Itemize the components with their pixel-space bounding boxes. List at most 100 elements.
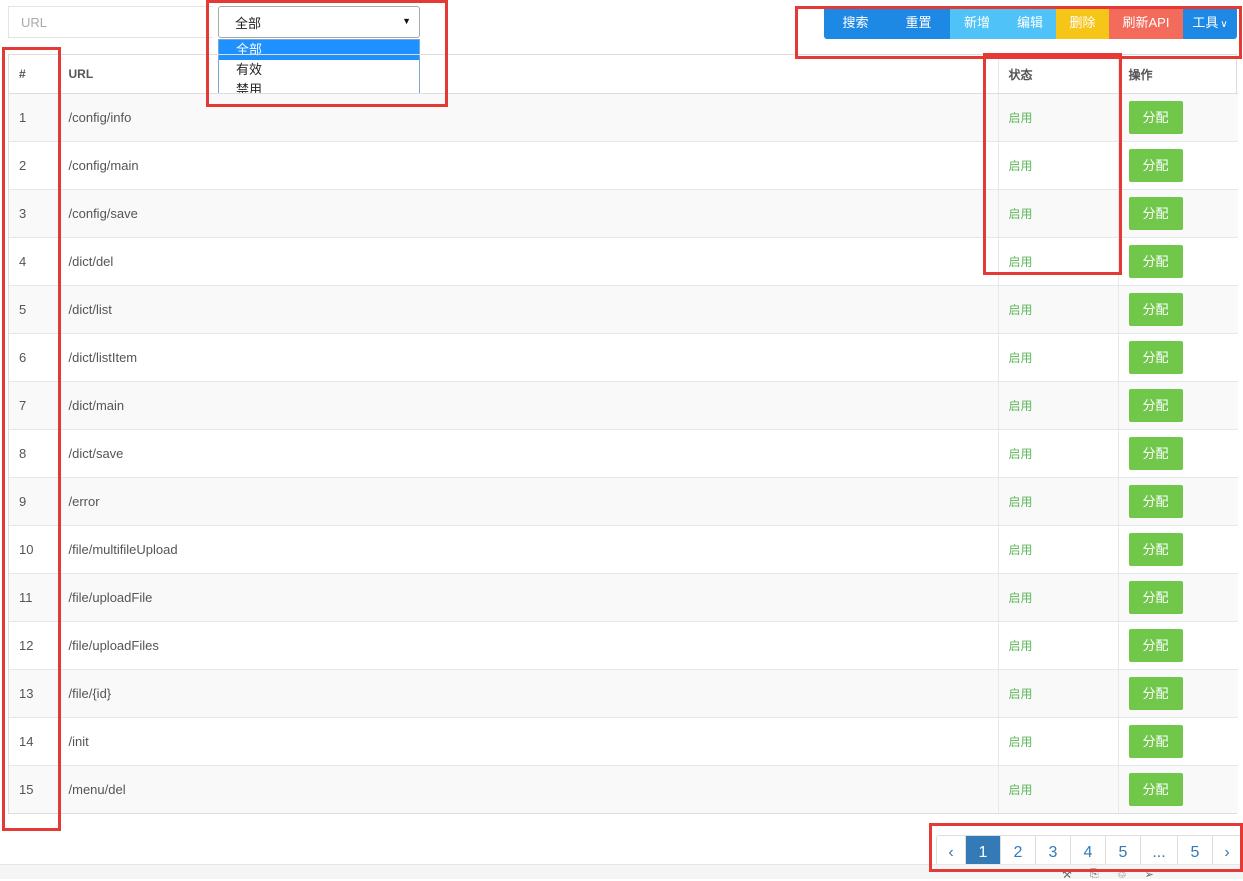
- table-row: 8/dict/save 启用 分配: [9, 429, 1238, 478]
- status-text: 启用: [1008, 591, 1033, 605]
- edit-button[interactable]: 编辑: [1004, 7, 1056, 39]
- tools-dropdown-button[interactable]: 工具 ∨: [1183, 7, 1237, 39]
- row-action: 分配: [1118, 141, 1238, 190]
- assign-button[interactable]: 分配: [1128, 437, 1183, 470]
- row-url: /dict/listItem: [58, 333, 999, 382]
- row-url: /config/main: [58, 141, 999, 190]
- table-row: 6/dict/listItem 启用 分配: [9, 333, 1238, 382]
- search-button[interactable]: 搜索: [824, 7, 887, 39]
- status-text: 启用: [1008, 303, 1033, 317]
- tools-label: 工具: [1192, 15, 1219, 30]
- row-url: /menu/del: [58, 765, 999, 813]
- toolbar: 搜索 重置 新增 编辑 删除 刷新API 工具 ∨: [824, 7, 1237, 39]
- row-index: 5: [9, 285, 59, 334]
- table-row: 13/file/{id} 启用 分配: [9, 669, 1238, 718]
- assign-button[interactable]: 分配: [1128, 293, 1183, 326]
- wrench-icon[interactable]: ⚒: [1062, 868, 1072, 881]
- status-text: 启用: [1008, 399, 1033, 413]
- copy-icon[interactable]: ⎘: [1090, 868, 1099, 881]
- header-action: 操作: [1118, 55, 1238, 94]
- row-action: 分配: [1118, 525, 1238, 574]
- row-index: 7: [9, 381, 59, 430]
- bottom-toolbar-icons: ⚒ ⎘ ♲ ➢: [1062, 868, 1154, 881]
- row-action: 分配: [1118, 717, 1238, 766]
- delete-button[interactable]: 删除: [1056, 7, 1109, 39]
- table-row: 3/config/save 启用 分配: [9, 189, 1238, 238]
- refresh-api-button[interactable]: 刷新API: [1109, 7, 1183, 39]
- status-select[interactable]: 全部 ▼: [218, 6, 420, 38]
- row-url: /error: [58, 477, 999, 526]
- status-text: 启用: [1008, 735, 1033, 749]
- row-url: /init: [58, 717, 999, 766]
- row-action: 分配: [1118, 669, 1238, 718]
- row-url: /file/{id}: [58, 669, 999, 718]
- row-action: 分配: [1118, 333, 1238, 382]
- status-text: 启用: [1008, 255, 1033, 269]
- table-row: 7/dict/main 启用 分配: [9, 381, 1238, 430]
- row-url: /file/uploadFile: [58, 573, 999, 622]
- row-status: 启用: [998, 141, 1119, 190]
- assign-button[interactable]: 分配: [1128, 773, 1183, 806]
- status-select-value: 全部: [235, 15, 262, 31]
- row-action: 分配: [1118, 237, 1238, 286]
- assign-button[interactable]: 分配: [1128, 389, 1183, 422]
- row-index: 12: [9, 621, 59, 670]
- table-row: 11/file/uploadFile 启用 分配: [9, 573, 1238, 622]
- assign-button[interactable]: 分配: [1128, 725, 1183, 758]
- row-action: 分配: [1118, 381, 1238, 430]
- row-url: /config/info: [58, 93, 999, 142]
- status-text: 启用: [1008, 351, 1033, 365]
- row-action: 分配: [1118, 765, 1238, 813]
- assign-button[interactable]: 分配: [1128, 533, 1183, 566]
- row-action: 分配: [1118, 285, 1238, 334]
- url-search-input[interactable]: [8, 6, 213, 38]
- row-status: 启用: [998, 525, 1119, 574]
- table-row: 14/init 启用 分配: [9, 717, 1238, 766]
- table-row: 2/config/main 启用 分配: [9, 141, 1238, 190]
- assign-button[interactable]: 分配: [1128, 341, 1183, 374]
- row-index: 4: [9, 237, 59, 286]
- send-icon[interactable]: ➢: [1145, 868, 1154, 881]
- row-index: 11: [9, 573, 59, 622]
- row-action: 分配: [1118, 477, 1238, 526]
- row-index: 13: [9, 669, 59, 718]
- table-row: 1/config/info 启用 分配: [9, 93, 1238, 142]
- assign-button[interactable]: 分配: [1128, 485, 1183, 518]
- row-status: 启用: [998, 573, 1119, 622]
- api-table: # URL 状态 操作 1/config/info 启用 分配 2/config/ma…: [8, 54, 1238, 814]
- row-status: 启用: [998, 237, 1119, 286]
- add-button[interactable]: 新增: [950, 7, 1004, 39]
- assign-button[interactable]: 分配: [1128, 245, 1183, 278]
- row-index: 6: [9, 333, 59, 382]
- row-action: 分配: [1118, 93, 1238, 142]
- assign-button[interactable]: 分配: [1128, 629, 1183, 662]
- status-text: 启用: [1008, 543, 1033, 557]
- row-index: 1: [9, 93, 59, 142]
- row-status: 启用: [998, 285, 1119, 334]
- header-status: 状态: [998, 55, 1119, 94]
- row-url: /dict/main: [58, 381, 999, 430]
- assign-button[interactable]: 分配: [1128, 101, 1183, 134]
- row-url: /dict/list: [58, 285, 999, 334]
- status-text: 启用: [1008, 687, 1033, 701]
- caret-down-icon: ▼: [402, 16, 411, 26]
- assign-button[interactable]: 分配: [1128, 677, 1183, 710]
- assign-button[interactable]: 分配: [1128, 149, 1183, 182]
- table-header-row: # URL 状态 操作: [9, 55, 1238, 94]
- table-row: 4/dict/del 启用 分配: [9, 237, 1238, 286]
- assign-button[interactable]: 分配: [1128, 581, 1183, 614]
- row-status: 启用: [998, 669, 1119, 718]
- row-index: 3: [9, 189, 59, 238]
- status-text: 启用: [1008, 159, 1033, 173]
- row-status: 启用: [998, 621, 1119, 670]
- trash-icon[interactable]: ♲: [1117, 868, 1127, 881]
- row-status: 启用: [998, 333, 1119, 382]
- row-status: 启用: [998, 477, 1119, 526]
- reset-button[interactable]: 重置: [887, 7, 950, 39]
- row-url: /file/multifileUpload: [58, 525, 999, 574]
- assign-button[interactable]: 分配: [1128, 197, 1183, 230]
- header-url: URL: [58, 55, 999, 94]
- row-action: 分配: [1118, 429, 1238, 478]
- row-url: /file/uploadFiles: [58, 621, 999, 670]
- row-url: /config/save: [58, 189, 999, 238]
